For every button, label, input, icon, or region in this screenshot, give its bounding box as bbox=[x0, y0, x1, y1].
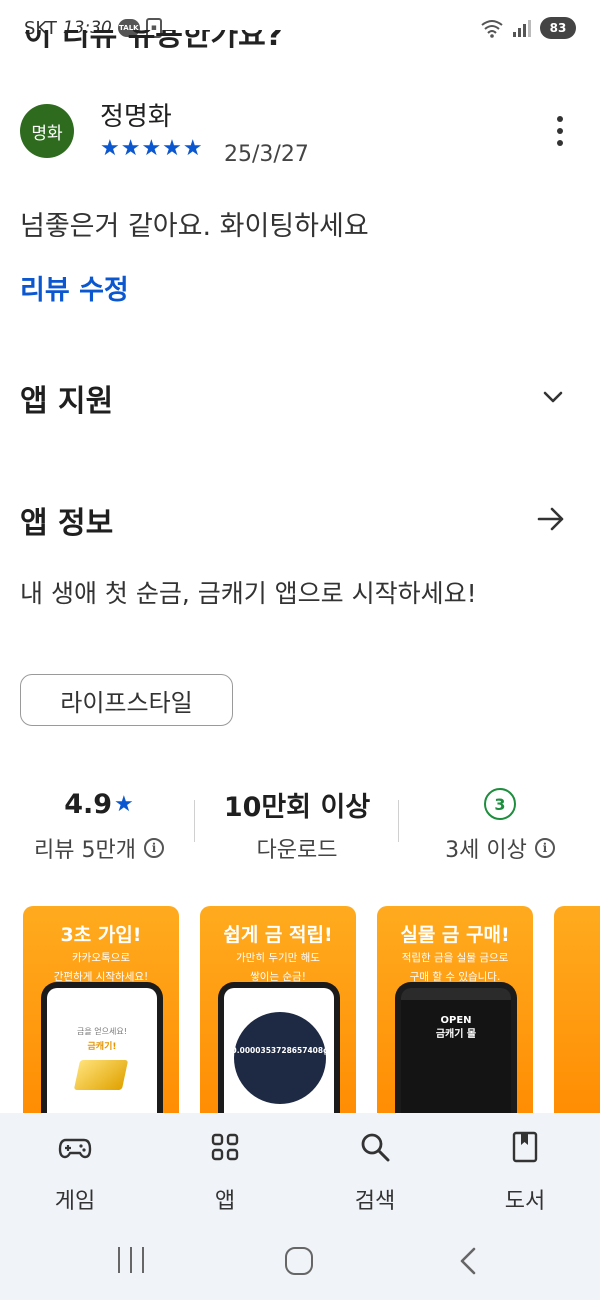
review-count-label: 리뷰 5만개 bbox=[34, 838, 136, 863]
info-icon[interactable]: i bbox=[143, 838, 164, 858]
phone-mockup: 0.0000353728657408g bbox=[218, 982, 340, 1116]
screenshot-2[interactable]: 쉽게 금 적립! 가만히 두기만 해도 쌓이는 순금! 0.0000353728… bbox=[200, 906, 356, 1116]
avatar: 명화 bbox=[20, 104, 74, 158]
screen-value: 0.0000353728657408g bbox=[231, 1046, 329, 1055]
screenshot-3[interactable]: 실물 금 구매! 적립한 금을 실물 금으로 구매 할 수 있습니다. OPEN… bbox=[377, 906, 533, 1116]
phone-mockup: OPEN 금캐기 몰 bbox=[395, 982, 517, 1116]
status-right: 83 bbox=[480, 17, 576, 39]
screenshot-subtitle: 적립한 금을 실물 금으로 bbox=[401, 952, 509, 964]
review-text: 넘좋은거 같아요. 화이팅하세요 bbox=[20, 211, 369, 242]
screen-text: OPEN 금캐기 몰 bbox=[401, 1014, 511, 1042]
stat-divider bbox=[194, 800, 195, 842]
app-info-heading[interactable]: 앱 정보 bbox=[20, 498, 113, 542]
star-icon: ★ bbox=[114, 791, 134, 817]
search-icon bbox=[361, 1133, 390, 1162]
screenshot-title: 쉽게 금 적립! bbox=[223, 924, 333, 946]
screenshot-carousel[interactable]: 3초 가입! 카카오톡으로 간편하게 시작하세요! 금을 얻으세요! 금캐기! … bbox=[0, 906, 600, 1116]
screenshot-title: 기프 bbox=[554, 920, 600, 947]
arrow-right-icon[interactable] bbox=[534, 502, 568, 536]
nav-label: 검색 bbox=[354, 1189, 396, 1214]
phone-screen: 금을 얻으세요! 금캐기! bbox=[47, 988, 157, 1116]
wifi-icon bbox=[481, 20, 503, 38]
app-description: 내 생애 첫 순금, 금캐기 앱으로 시작하세요! bbox=[20, 579, 477, 608]
nav-label: 도서 bbox=[504, 1189, 546, 1214]
nav-apps[interactable]: 앱 bbox=[150, 1113, 300, 1233]
bottom-navigation: 게임 앱 검색 도서 bbox=[0, 1113, 600, 1233]
screenshot-4[interactable]: 기프 적립 기프 bbox=[554, 906, 600, 1116]
gold-bars-image bbox=[73, 1060, 129, 1090]
screenshot-subtitle: 기프 bbox=[554, 970, 600, 985]
signal-icon bbox=[513, 20, 531, 37]
system-navigation bbox=[0, 1233, 600, 1300]
screen-topbar bbox=[401, 988, 511, 1000]
reviewer-name: 정명화 bbox=[100, 102, 172, 132]
recent-apps-icon[interactable] bbox=[118, 1247, 144, 1273]
screenshot-subtitle: 카카오톡으로 bbox=[72, 952, 130, 964]
rating-value: 4.9 bbox=[64, 788, 113, 820]
chevron-down-icon[interactable] bbox=[538, 382, 568, 412]
screenshot-subtitle: 가만히 두기만 해도 bbox=[236, 952, 320, 964]
downloads-stat: 10만회 이상 다운로드 bbox=[206, 786, 388, 864]
age-rating-badge: 3 bbox=[484, 788, 516, 820]
nav-games[interactable]: 게임 bbox=[0, 1113, 150, 1233]
nav-books[interactable]: 도서 bbox=[450, 1113, 600, 1233]
screenshot-1[interactable]: 3초 가입! 카카오톡으로 간편하게 시작하세요! 금을 얻으세요! 금캐기! bbox=[23, 906, 179, 1116]
info-icon[interactable]: i bbox=[534, 838, 555, 858]
book-icon bbox=[512, 1131, 538, 1163]
back-icon[interactable] bbox=[458, 1247, 478, 1275]
age-rating-stat: 3 3세 이상 i bbox=[420, 786, 580, 864]
stat-divider bbox=[398, 800, 399, 842]
review-stars: ★★★★★ bbox=[100, 136, 204, 161]
apps-grid-icon bbox=[211, 1133, 239, 1161]
edit-review-link[interactable]: 리뷰 수정 bbox=[20, 268, 129, 307]
more-options-icon[interactable] bbox=[548, 114, 572, 148]
home-icon[interactable] bbox=[285, 1247, 313, 1275]
phone-screen: 0.0000353728657408g bbox=[224, 988, 334, 1116]
battery-icon: 83 bbox=[540, 17, 576, 39]
app-support-heading[interactable]: 앱 지원 bbox=[20, 376, 113, 420]
screenshot-title: 실물 금 구매! bbox=[400, 924, 510, 946]
category-chip[interactable]: 라이프스타일 bbox=[20, 674, 233, 726]
screenshot-subtitle: 적립 bbox=[554, 951, 600, 966]
age-rating-label: 3세 이상 bbox=[445, 838, 527, 863]
screen-line: OPEN bbox=[440, 1015, 472, 1026]
partial-heading: 이 리뷰 유용한가요? bbox=[24, 30, 284, 52]
review-date: 25/3/27 bbox=[224, 142, 309, 167]
rating-stat: 4.9 ★ 리뷰 5만개 i bbox=[14, 786, 184, 864]
nav-search[interactable]: 검색 bbox=[300, 1113, 450, 1233]
nav-label: 게임 bbox=[54, 1189, 96, 1214]
phone-screen: OPEN 금캐기 몰 bbox=[401, 988, 511, 1116]
screen-text: 금을 얻으세요! bbox=[77, 1027, 127, 1036]
nav-label: 앱 bbox=[214, 1189, 236, 1214]
screen-text: 금캐기! bbox=[87, 1042, 117, 1052]
screenshot-title: 3초 가입! bbox=[60, 924, 142, 946]
phone-mockup: 금을 얻으세요! 금캐기! bbox=[41, 982, 163, 1116]
downloads-label: 다운로드 bbox=[256, 838, 338, 863]
screen-line: 금캐기 몰 bbox=[435, 1029, 477, 1040]
gamepad-icon bbox=[58, 1138, 92, 1159]
gold-balance-circle bbox=[234, 1012, 326, 1104]
downloads-value: 10만회 이상 bbox=[223, 791, 371, 823]
